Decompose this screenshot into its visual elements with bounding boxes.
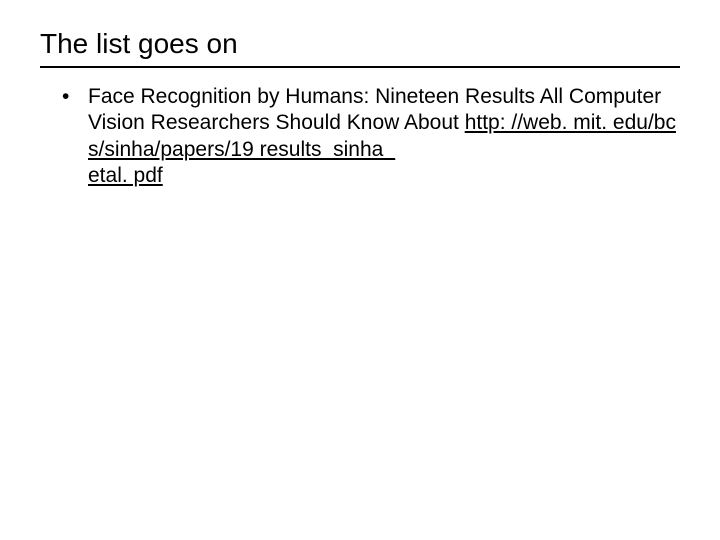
bullet-list: Face Recognition by Humans: Nineteen Res… [40,84,680,189]
list-item: Face Recognition by Humans: Nineteen Res… [60,84,680,189]
link-line-2: etal. pdf [88,164,163,187]
slide-title: The list goes on [40,28,680,68]
